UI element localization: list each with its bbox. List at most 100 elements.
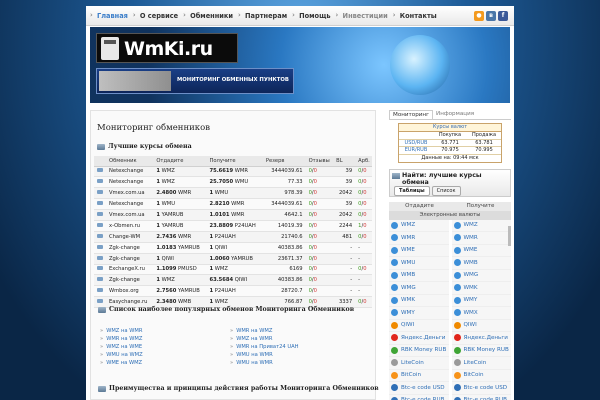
- exchanger-name[interactable]: Wmbox.org: [106, 285, 154, 298]
- exchanger-name[interactable]: Zgk-change: [106, 274, 154, 287]
- table-row[interactable]: x-Obmen.ru 1 YAMRUB 23.8809 P24UAH 14019.39…: [94, 220, 372, 232]
- table-row[interactable]: Netexchange 1 WMZ 25.7050 WMU 77.33 0/0 39 0/0: [94, 176, 372, 189]
- exchanger-name[interactable]: Zgk-change: [106, 242, 154, 254]
- nav-about[interactable]: О сервисе: [133, 11, 183, 20]
- table-row[interactable]: Zgk-change 1.0183 YAMRUB 1 QIWI 40383.86 0/0…: [94, 242, 372, 254]
- table-row[interactable]: Netexchange 1 WMU 2.8210 WMR 3444039.61 0/0 3…: [94, 198, 372, 211]
- reviews[interactable]: 0/0: [305, 274, 334, 287]
- popular-link[interactable]: WMR на WMZ: [100, 336, 230, 342]
- get-currency-item[interactable]: Btc-e code RUB: [451, 394, 511, 400]
- get-currency-item[interactable]: WME: [451, 244, 511, 257]
- give-currency-item[interactable]: QIWI: [389, 319, 449, 332]
- reviews[interactable]: 0/0: [305, 231, 334, 243]
- give-currency-item[interactable]: Btc-e code USD: [389, 382, 449, 395]
- nav-help[interactable]: Помощь: [292, 11, 335, 20]
- popular-link[interactable]: WMU на WMZ: [100, 352, 230, 358]
- popular-link[interactable]: WMR на WMZ: [230, 328, 360, 334]
- get-currency-item[interactable]: WMG: [451, 269, 511, 282]
- col-reviews[interactable]: Отзывы: [305, 156, 334, 167]
- facebook-icon[interactable]: f: [498, 10, 508, 21]
- nav-contacts[interactable]: Контакты: [393, 11, 442, 20]
- get-currency-item[interactable]: BitCoin: [451, 369, 511, 382]
- col-reserve[interactable]: Резерв: [262, 156, 306, 167]
- get-currency-item[interactable]: Btc-e code USD: [451, 382, 511, 395]
- col-get[interactable]: Получите: [206, 156, 263, 167]
- exchanger-name[interactable]: Netexchange: [106, 198, 154, 211]
- give-currency-item[interactable]: WMB: [389, 269, 449, 282]
- get-currency-item[interactable]: WMY: [451, 294, 511, 307]
- get-currency-item[interactable]: QIWI: [451, 319, 511, 332]
- tables-view-button[interactable]: Таблицы: [394, 185, 430, 196]
- currency-label: Яндекс.Деньги: [463, 334, 508, 341]
- col-give[interactable]: Отдадите: [153, 156, 207, 167]
- scrollbar[interactable]: [508, 226, 511, 246]
- list-view-button[interactable]: Список: [431, 185, 461, 196]
- col-arb[interactable]: Арб.: [355, 156, 372, 167]
- give-currency-item[interactable]: WMR: [389, 232, 449, 245]
- give-currency-item[interactable]: RBK Money RUB: [389, 344, 449, 357]
- popular-link[interactable]: WMZ на WME: [100, 344, 230, 350]
- get-currency-item[interactable]: WMZ: [451, 219, 511, 232]
- reviews[interactable]: 0/0: [305, 242, 334, 254]
- get-currency-item[interactable]: WMR: [451, 232, 511, 245]
- nav-partners[interactable]: Партнерам: [238, 11, 292, 20]
- table-row[interactable]: Netexchange 1 WMZ 75.6619 WMR 3444039.61 0/0…: [94, 166, 372, 178]
- reviews[interactable]: 0/0: [305, 166, 334, 178]
- nav-exchangers[interactable]: Обменники: [183, 11, 238, 20]
- table-row[interactable]: Zgk-change 1 QIWI 1.0060 YAMRUB 23671.37 0/0…: [94, 253, 372, 265]
- rss-icon[interactable]: ●: [474, 10, 484, 21]
- give-currency-item[interactable]: WME: [389, 244, 449, 257]
- exchanger-name[interactable]: ExchangeX.ru: [106, 264, 154, 276]
- exchanger-name[interactable]: Vmex.com.ua: [106, 187, 154, 200]
- exchanger-name[interactable]: Zgk-change: [106, 253, 154, 265]
- reviews[interactable]: 0/0: [305, 209, 334, 221]
- get-currency-item[interactable]: WMK: [451, 282, 511, 295]
- give-currency-item[interactable]: BitCoin: [389, 369, 449, 382]
- reviews[interactable]: 0/0: [305, 253, 334, 265]
- nav-home[interactable]: Главная: [90, 11, 133, 20]
- get-currency-item[interactable]: LiteCoin: [451, 357, 511, 370]
- reviews[interactable]: 0/0: [305, 176, 334, 189]
- table-row[interactable]: ExchangeX.ru 1.1099 PMUSD 1 WMZ 6169 0/0-0/0: [94, 264, 372, 276]
- popular-link[interactable]: WME на WMZ: [100, 360, 230, 366]
- get-currency-item[interactable]: WMX: [451, 307, 511, 320]
- give-currency-item[interactable]: Btc-e code RUB: [389, 394, 449, 400]
- site-logo[interactable]: WmKi.ru: [96, 33, 238, 63]
- give-currency-item[interactable]: WMK: [389, 294, 449, 307]
- give-currency-item[interactable]: WMZ: [389, 219, 449, 232]
- give-currency-item[interactable]: Яндекс.Деньги: [389, 332, 449, 345]
- reviews[interactable]: 0/0: [305, 220, 334, 232]
- give-currency-item[interactable]: WMG: [389, 282, 449, 295]
- popular-link[interactable]: WMZ на WMR: [100, 328, 230, 334]
- popular-link[interactable]: WMZ на WMR: [230, 336, 360, 342]
- reviews[interactable]: 0/0: [305, 198, 334, 211]
- get-currency-item[interactable]: RBK Money RUB: [451, 344, 511, 357]
- get-currency-item[interactable]: Яндекс.Деньги: [451, 332, 511, 345]
- exchanger-name[interactable]: Change-WM: [106, 231, 154, 243]
- table-row[interactable]: Vmex.com.ua 1 YAMRUB 1.0101 WMR 4642.1 0/0 20…: [94, 209, 372, 221]
- get-currency-item[interactable]: WMB: [451, 257, 511, 270]
- give-currency-item[interactable]: WMY: [389, 307, 449, 320]
- popular-link[interactable]: WMU на WMR: [230, 360, 360, 366]
- table-row[interactable]: Wmbox.org 2.7560 YAMRUB 1 P24UAH 28720.7 0/0…: [94, 285, 372, 298]
- vk-icon[interactable]: в: [486, 10, 496, 21]
- table-row[interactable]: Vmex.com.ua 2.4800 WMR 1 WMU 978.39 0/0 2042 0…: [94, 187, 372, 200]
- reviews[interactable]: 0/0: [305, 285, 334, 298]
- reviews[interactable]: 0/0: [305, 264, 334, 276]
- nav-investments[interactable]: Инвестиции: [336, 11, 393, 20]
- popular-link[interactable]: WMU на WMR: [230, 352, 360, 358]
- popular-link[interactable]: WMR на Приват24 UAH: [230, 344, 360, 350]
- give-currency-item[interactable]: WMU: [389, 257, 449, 270]
- exchanger-name[interactable]: Netexchange: [106, 176, 154, 189]
- col-bl[interactable]: BL: [333, 156, 356, 167]
- table-row[interactable]: Change-WM 2.7436 WMR 1 P24UAH 21740.6 0/0 481…: [94, 231, 372, 243]
- col-exchanger[interactable]: Обменник: [106, 156, 154, 167]
- reviews[interactable]: 0/0: [305, 187, 334, 200]
- tab-monitoring[interactable]: Мониторинг: [389, 110, 434, 119]
- tab-information[interactable]: Информация: [433, 110, 477, 119]
- table-row[interactable]: Zgk-change 1 WMZ 63.5684 QIWI 40383.86 0/0- -: [94, 274, 372, 287]
- exchanger-name[interactable]: Vmex.com.ua: [106, 209, 154, 221]
- exchanger-name[interactable]: x-Obmen.ru: [106, 220, 154, 232]
- exchanger-name[interactable]: Netexchange: [106, 166, 154, 178]
- give-currency-item[interactable]: LiteCoin: [389, 357, 449, 370]
